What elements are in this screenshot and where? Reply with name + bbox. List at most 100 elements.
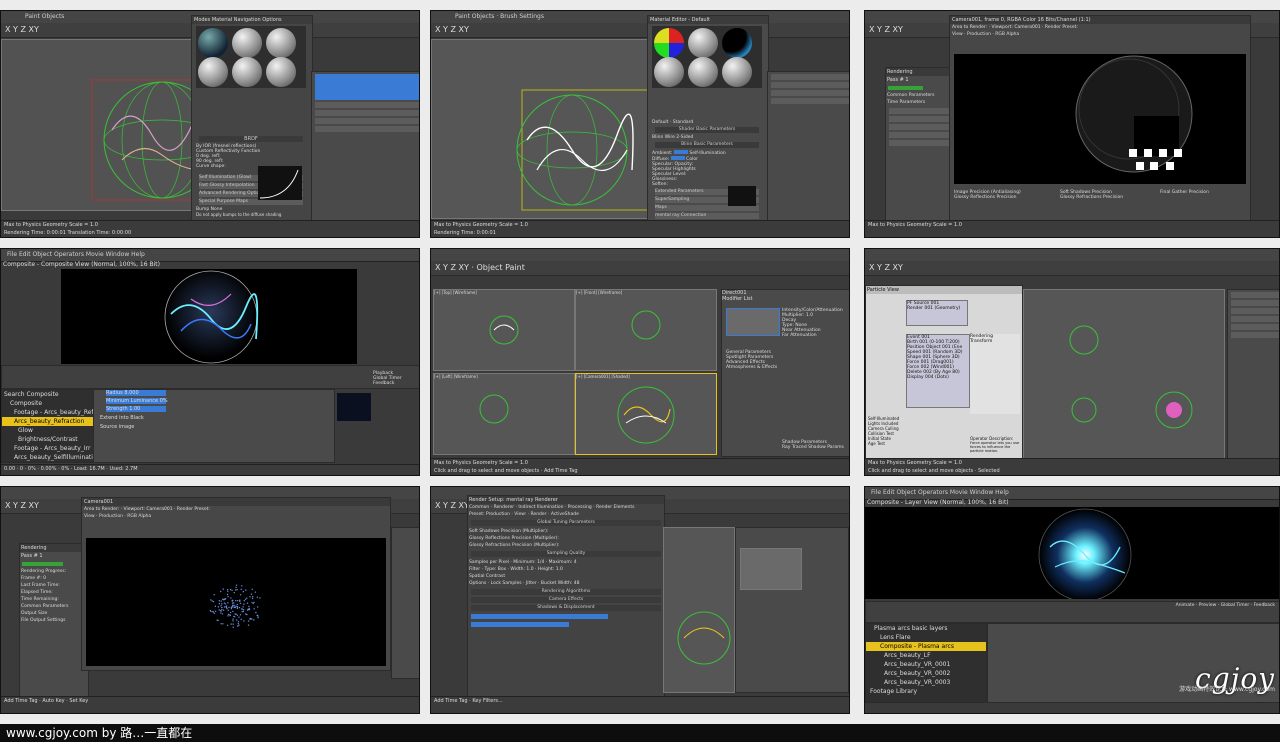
particle-dot	[247, 608, 249, 611]
particle-dot	[226, 588, 229, 591]
viewport-top[interactable]: [+] [Top] [Wireframe]	[433, 289, 575, 371]
sample-slot-checker[interactable]	[654, 28, 684, 58]
material-editor-window[interactable]: Modes Material Navigation Options BRDF B…	[191, 15, 313, 237]
glow-params[interactable]: Radius 8.000 Minimum Luminance 0% Streng…	[93, 389, 335, 463]
particle-dot	[223, 606, 226, 608]
particle-dot	[227, 609, 230, 612]
command-panel[interactable]	[391, 527, 419, 679]
particle-dot	[259, 597, 261, 599]
particle-dot	[250, 593, 253, 595]
particle-dot	[228, 606, 230, 609]
particle-dot	[244, 598, 247, 600]
viewport-left[interactable]: [+] [Left] [Wireframe]	[433, 373, 575, 455]
view-title: Composite - Composite View (Normal, 100%…	[3, 261, 160, 268]
particle-dot	[220, 600, 222, 602]
particle-dot	[236, 607, 238, 609]
particle-dot	[217, 619, 219, 622]
particle-dot	[251, 601, 253, 604]
command-panel[interactable]	[735, 527, 849, 693]
me-menu-navigation[interactable]: Navigation	[234, 17, 261, 23]
particle-dot	[253, 601, 255, 603]
me-menu-modes[interactable]: Modes	[194, 17, 210, 23]
rendering-dialog[interactable]: Rendering Pass # 1 Rendering Progress: F…	[19, 543, 89, 713]
viewport-perspective[interactable]	[1023, 289, 1225, 459]
tile-composite-view: File Edit Object Operators Movie Window …	[0, 248, 420, 476]
particle-dot	[255, 611, 257, 614]
timeline-bar[interactable]	[1, 365, 419, 389]
particle-dot	[209, 609, 212, 612]
particle-dot	[230, 623, 232, 625]
sample-slot-4[interactable]	[654, 57, 684, 87]
composite-viewer[interactable]	[61, 269, 357, 364]
particle-dot	[227, 615, 229, 617]
command-panel[interactable]	[767, 71, 849, 223]
sample-slot-6[interactable]	[266, 57, 296, 87]
selected-layer[interactable]: Arcs_beauty_Refraction	[2, 417, 94, 426]
sample-slot-4[interactable]	[198, 57, 228, 87]
rendering-progress-dialog[interactable]: Rendering Pass # 1 Common Parameters Tim…	[885, 67, 957, 237]
sample-slot-1[interactable]	[198, 28, 228, 58]
render-output	[954, 54, 1246, 184]
rendered-frame-window[interactable]: Camera001 Area to Render: · Viewport: Ca…	[81, 497, 391, 671]
command-panel[interactable]	[1227, 289, 1279, 459]
brdf-rollout[interactable]: BRDF	[199, 136, 303, 142]
toolbar-xyz[interactable]: X Y Z XY	[865, 261, 1279, 276]
particle-dot	[212, 600, 215, 603]
render-setup-window[interactable]: Render Setup: mental ray Renderer Common…	[467, 495, 665, 713]
particle-dot	[221, 603, 223, 605]
ribbon-label[interactable]: Paint Objects	[25, 13, 64, 20]
tile-quad-viewports: 3 X Y Z XY · Object Paint [+] [Top] [Wir…	[430, 248, 850, 476]
particle-dot	[238, 616, 240, 618]
particle-dot	[222, 588, 224, 590]
particle-dot	[240, 588, 242, 590]
rendered-frame-window[interactable]: Camera001, frame 0, RGBA Color 16 Bits/C…	[949, 15, 1251, 237]
layer-tree[interactable]: Plasma arcs basic layers Lens Flare Comp…	[865, 623, 987, 703]
viewport-perspective[interactable]	[663, 527, 735, 693]
toolbar-xyz[interactable]: X Y Z XY	[431, 23, 849, 38]
selected-layer[interactable]: Composite - Plasma arcs	[866, 642, 986, 651]
command-panel[interactable]	[311, 71, 419, 223]
material-editor-window[interactable]: Material Editor - Default Default · Stan…	[647, 15, 769, 237]
particle-dot	[251, 597, 254, 600]
tile-composite-layer-view: File Edit Object Operators Movie Window …	[864, 486, 1280, 714]
viewport-front[interactable]: [+] [Front] [Wireframe]	[575, 289, 717, 371]
particle-dot	[252, 602, 254, 605]
me-menu-options[interactable]: Options	[262, 17, 281, 23]
particle-dot	[224, 598, 227, 600]
sample-slot-5[interactable]	[688, 57, 718, 87]
particle-dot	[242, 590, 245, 593]
viewport-perspective[interactable]	[431, 39, 673, 219]
particle-dot	[242, 610, 245, 613]
particle-dot	[247, 624, 250, 626]
sample-slot-6[interactable]	[722, 57, 752, 87]
particle-dot	[210, 599, 212, 601]
event-box[interactable]: Event 001 Birth 001 (0-100 T:200) Positi…	[906, 334, 970, 408]
particle-dot	[229, 611, 232, 614]
sample-slot-5[interactable]	[232, 57, 262, 87]
particle-dot	[221, 609, 223, 611]
sample-slot-2[interactable]	[688, 28, 718, 58]
particle-dot	[249, 596, 251, 598]
status-bar: Max to Physics Geometry Scale = 1.0 Clic…	[431, 458, 849, 475]
sample-slot-3[interactable]	[722, 28, 752, 58]
me-menu-material[interactable]: Material	[212, 17, 232, 23]
particle-dot	[240, 618, 242, 621]
particle-dot	[256, 614, 259, 617]
particle-view-window[interactable]: Particle View PF Source 001 Render 001 (…	[865, 285, 1023, 475]
sample-slot-3[interactable]	[266, 28, 296, 58]
sample-slot-2[interactable]	[232, 28, 262, 58]
particle-dot	[222, 598, 224, 600]
particle-dot	[227, 595, 229, 598]
status-bar: 0.00 · 0 · 0% · 0.00% · 0% · Load: 16.7M…	[1, 464, 419, 475]
particle-dot	[236, 614, 239, 617]
viewport-camera[interactable]: [+] [Camera001] [Shaded]	[575, 373, 717, 455]
particle-dot	[238, 606, 241, 609]
command-panel[interactable]: Direct001 Modifier List Intensity/Color/…	[721, 289, 849, 457]
particle-dot	[222, 609, 225, 611]
composite-viewer[interactable]	[865, 507, 1279, 602]
status-bar: Max to Physics Geometry Scale = 1.0 Rend…	[431, 220, 849, 237]
project-tree[interactable]: Search Composite Composite Footage - Arc…	[1, 389, 114, 463]
toolbar-xyz[interactable]: X Y Z XY · Object Paint	[431, 261, 849, 276]
particle-dot	[252, 596, 254, 598]
status-bar: Max to Physics Geometry Scale = 1.0 Clic…	[865, 458, 1279, 475]
